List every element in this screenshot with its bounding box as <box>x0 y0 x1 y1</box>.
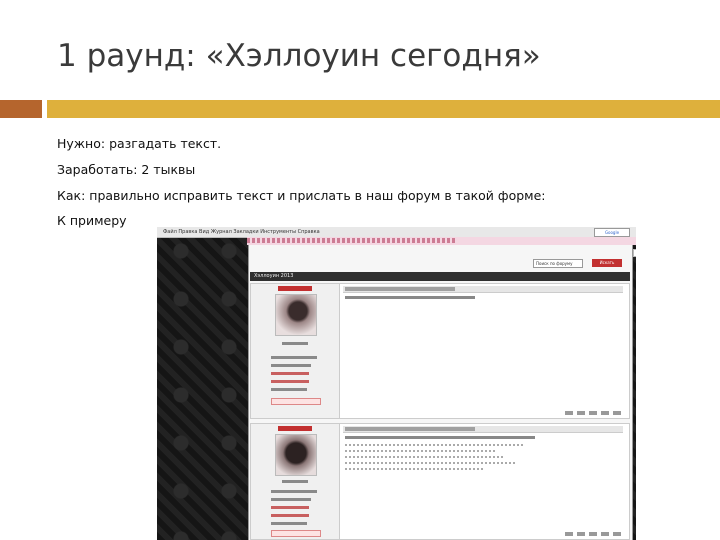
user-status-line <box>271 522 307 525</box>
title-accent-bar-left <box>0 100 42 118</box>
user-rep-line <box>271 506 309 509</box>
text-line-how: Как: правильно исправить текст и прислат… <box>57 188 546 203</box>
post-body-dots <box>345 456 505 458</box>
post-sidebar <box>251 284 340 418</box>
post-body-line <box>345 436 535 439</box>
user-posts-line <box>271 498 311 501</box>
forum-search-input[interactable]: Поиск по форуму <box>533 259 583 268</box>
post-footer-links[interactable] <box>565 532 625 536</box>
topic-header: Хэллоуин 2013 <box>250 272 630 281</box>
post-sidebar <box>251 424 340 539</box>
post-meta-text <box>345 427 475 431</box>
forum-search-button[interactable]: Искать <box>592 259 622 267</box>
user-rank-line <box>282 480 308 483</box>
post-author-name[interactable] <box>278 286 312 291</box>
slide-title: 1 раунд: «Хэллоуин сегодня» <box>57 38 541 74</box>
browser-search-box[interactable]: Google <box>594 228 630 237</box>
avatar <box>275 294 317 336</box>
post-footer-links[interactable] <box>565 411 625 415</box>
post-body-dots <box>345 468 485 470</box>
user-group-line <box>271 356 317 359</box>
avatar <box>275 434 317 476</box>
forum-post <box>250 283 630 419</box>
post-body-line <box>345 296 475 299</box>
user-status-line <box>271 388 307 391</box>
forum-screenshot: Файл Правка Вид Журнал Закладки Инструме… <box>157 227 636 540</box>
user-rank-line <box>282 342 308 345</box>
user-rep-line-2 <box>271 514 309 517</box>
post-author-name[interactable] <box>278 426 312 431</box>
text-line-example: К примеру <box>57 213 127 228</box>
browser-menu-text: Файл Правка Вид Журнал Закладки Инструме… <box>163 229 320 235</box>
text-line-task: Нужно: разгадать текст. <box>57 136 222 151</box>
post-body-dots <box>345 462 515 464</box>
forum-top-links <box>247 238 457 243</box>
post-body-dots <box>345 450 495 452</box>
user-profile-links[interactable] <box>271 530 321 537</box>
forum-post <box>250 423 630 540</box>
user-rep-line <box>271 372 309 375</box>
post-body-dots <box>345 444 525 446</box>
user-group-line <box>271 490 317 493</box>
login-input[interactable] <box>633 249 636 257</box>
user-posts-line <box>271 364 311 367</box>
title-accent-bar-right <box>47 100 720 118</box>
user-profile-links[interactable] <box>271 398 321 405</box>
user-rep-line-2 <box>271 380 309 383</box>
text-line-reward: Заработать: 2 тыквы <box>57 162 196 177</box>
forum-page: Поиск по форуму Искать Хэллоуин 2013 <box>248 245 636 540</box>
post-meta-text <box>345 287 455 291</box>
